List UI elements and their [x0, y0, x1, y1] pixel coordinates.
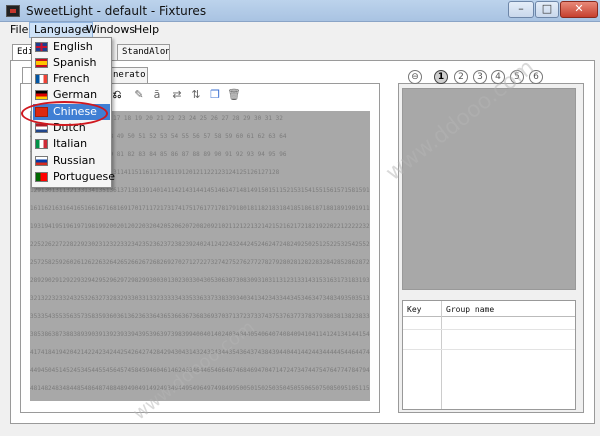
tab-editor[interactable]: Edi: [12, 44, 32, 61]
language-item-english[interactable]: English: [33, 39, 110, 55]
grid-row: 2572582592602612622632642652662672682692…: [30, 259, 370, 266]
language-item-russian[interactable]: Russian: [33, 153, 110, 169]
column-group-name: Group name: [446, 305, 495, 314]
grid-row: 3853863873883893903913923933943953963973…: [30, 331, 370, 338]
page-2-button[interactable]: 2: [454, 70, 468, 84]
annotation-ring: [21, 101, 108, 126]
grid-row: 1611621631641651661671681691701711721731…: [30, 205, 370, 212]
grid-row: 2252262272282292302312322332342352362372…: [30, 241, 370, 248]
italy-flag-icon: [35, 139, 48, 149]
page-1-button[interactable]: 1: [434, 70, 448, 84]
language-item-italian[interactable]: Italian: [33, 136, 110, 152]
column-key: Key: [407, 305, 422, 314]
pencil-icon[interactable]: ✎: [132, 88, 146, 102]
grid-row: 3213223233243253263273283293303313323333…: [30, 295, 370, 302]
language-item-french[interactable]: French: [33, 71, 110, 87]
app-icon: [6, 5, 20, 17]
grid-row: 1291301311321331341351361371381391401411…: [30, 187, 370, 194]
language-item-portuguese[interactable]: Portuguese: [33, 169, 115, 185]
copy-icon[interactable]: ❐: [208, 88, 222, 102]
france-flag-icon: [35, 74, 48, 84]
close-button[interactable]: ✕: [560, 1, 598, 18]
portugal-flag-icon: [35, 172, 48, 182]
title-bar: SweetLight - default - Fixtures – □ ✕: [0, 0, 600, 22]
zoom-out-icon[interactable]: ⊖: [408, 70, 422, 84]
trash-icon[interactable]: 🗑: [227, 88, 241, 102]
table-row: [403, 329, 575, 330]
maximize-button[interactable]: □: [535, 1, 559, 18]
swap-horizontal-icon[interactable]: ⇄: [170, 88, 184, 102]
rename-icon[interactable]: ā: [150, 88, 164, 102]
undo-icon[interactable]: ⎌: [110, 88, 124, 102]
preview-area: [402, 88, 576, 290]
grid-row: 1931941951961971981992002012022032042052…: [30, 223, 370, 230]
grid-row: 2892902912922932942952962972982993003013…: [30, 277, 370, 284]
menu-bar: File Language Windows Help: [0, 22, 600, 38]
tab-generator[interactable]: nerator: [108, 67, 148, 84]
swap-vertical-icon[interactable]: ⇅: [189, 88, 203, 102]
minimize-button[interactable]: –: [508, 1, 534, 18]
menu-help[interactable]: Help: [130, 22, 163, 38]
tab-standalone[interactable]: StandAlone: [117, 44, 170, 61]
germany-flag-icon: [35, 90, 48, 100]
window-title: SweetLight - default - Fixtures: [26, 4, 207, 18]
russia-flag-icon: [35, 156, 48, 166]
group-table: Key Group name: [402, 300, 576, 410]
table-row: [403, 349, 575, 350]
uk-flag-icon: [35, 42, 48, 52]
grid-row: 3533543553563573583593603613623633643653…: [30, 313, 370, 320]
column-divider: [441, 301, 442, 409]
language-item-spanish[interactable]: Spanish: [33, 55, 110, 71]
grid-row: 4814824834844854864874884894904914924934…: [30, 385, 370, 392]
page-3-button[interactable]: 3: [473, 70, 487, 84]
spain-flag-icon: [35, 58, 48, 68]
